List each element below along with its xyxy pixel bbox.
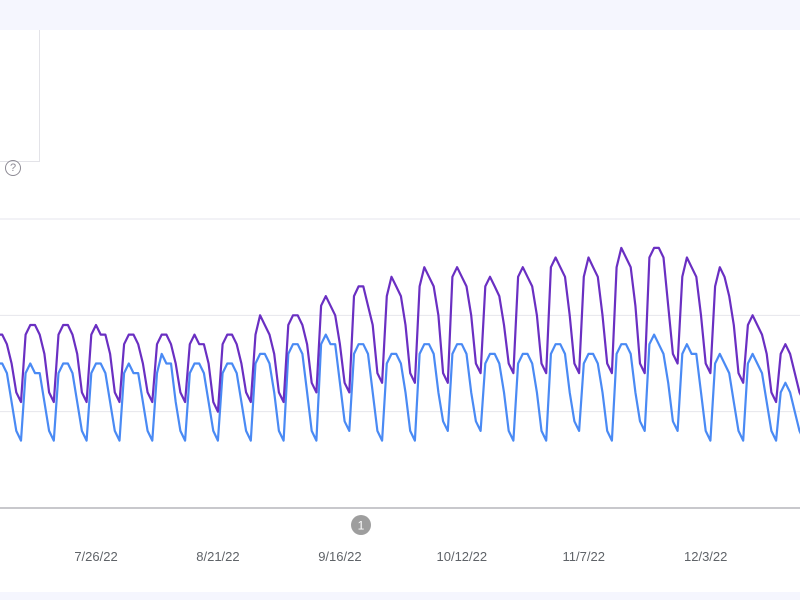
x-tick-label: 9/16/22 <box>318 549 361 564</box>
annotation-label: 1 <box>358 519 365 533</box>
bottom-bar <box>0 592 800 600</box>
annotation-marker[interactable]: 1 <box>351 515 371 535</box>
performance-chart: 1 7/26/22 8/21/22 9/16/22 10/12/22 11/7/22 12… <box>0 218 800 564</box>
x-tick-label: 7/26/22 <box>74 549 117 564</box>
x-tick-label: 8/21/22 <box>196 549 239 564</box>
x-tick-label: 12/3/22 <box>684 549 727 564</box>
x-tick-label: 10/12/22 <box>437 549 488 564</box>
x-tick-label: 11/7/22 <box>563 549 605 564</box>
